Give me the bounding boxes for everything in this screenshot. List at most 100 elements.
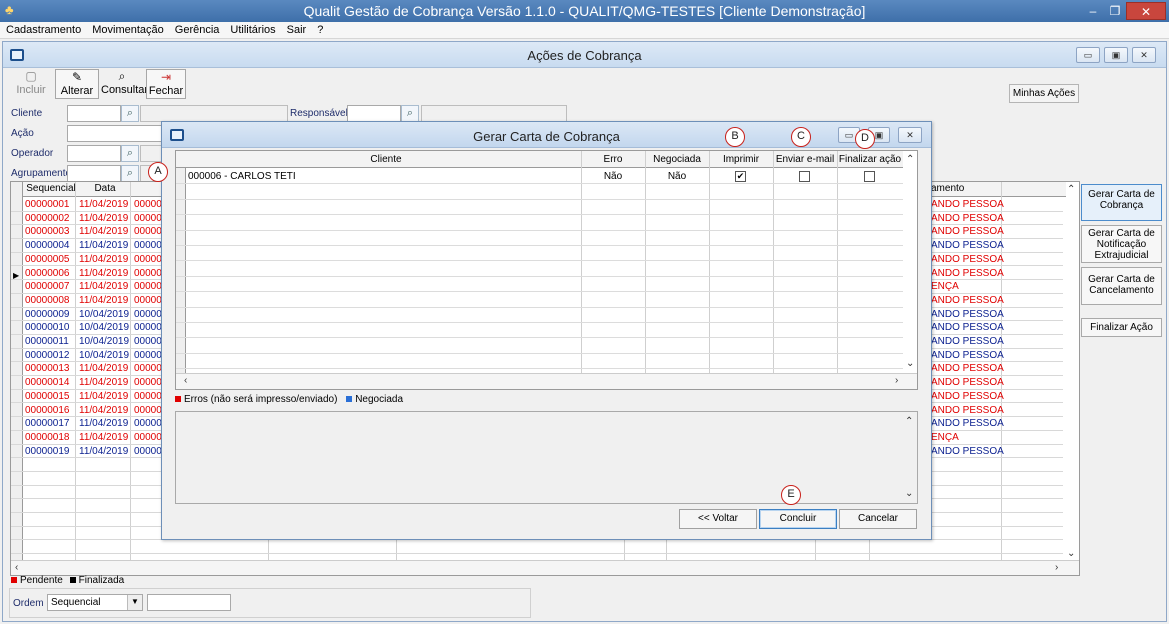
dialog-scroll-left-icon[interactable]: ‹ xyxy=(184,375,187,386)
col-data[interactable]: Data xyxy=(79,183,131,194)
dialog-row[interactable] xyxy=(176,246,903,262)
col-negociada[interactable]: Negociada xyxy=(645,154,709,165)
cliente-label: Cliente xyxy=(11,108,43,119)
dialog-row[interactable] xyxy=(176,200,903,216)
dialog-scroll-down-icon[interactable]: ⌄ xyxy=(906,358,914,369)
dialog-row[interactable] xyxy=(176,261,903,277)
dialog-scroll-up-icon[interactable]: ⌃ xyxy=(906,154,914,165)
scroll-left-icon[interactable]: ‹ xyxy=(15,562,18,573)
menu-help[interactable]: ? xyxy=(311,22,328,36)
dialog-row[interactable] xyxy=(176,184,903,200)
menu-cadastramento[interactable]: Cadastramento xyxy=(0,22,86,36)
enviar-email-checkbox[interactable] xyxy=(799,171,810,182)
finalizar-acao-button[interactable]: Finalizar Ação xyxy=(1081,318,1162,337)
col-finalizar-acao[interactable]: Finalizar ação xyxy=(837,154,903,165)
ordem-search-input[interactable] xyxy=(147,594,231,611)
gerar-carta-notificacao-button[interactable]: Gerar Carta de Notificação Extrajudicial xyxy=(1081,225,1162,263)
table-cell: 11/04/2019 xyxy=(79,363,129,375)
concluir-button[interactable]: Concluir xyxy=(759,509,837,529)
table-cell: ANDO PESSOA xyxy=(931,390,1004,402)
mdi-close-button[interactable]: ✕ xyxy=(1132,47,1156,63)
chevron-down-icon[interactable]: ▼ xyxy=(127,595,142,610)
dialog-close-button[interactable]: ✕ xyxy=(898,127,922,143)
notes-scroll-up-icon[interactable]: ⌃ xyxy=(905,416,913,427)
minhas-acoes-button[interactable]: Minhas Ações xyxy=(1009,84,1079,103)
table-row[interactable] xyxy=(11,541,1063,555)
cliente-input[interactable] xyxy=(67,105,121,122)
col-cliente[interactable]: Cliente xyxy=(186,154,586,165)
mdi-minimize-button[interactable]: ▭ xyxy=(1076,47,1100,63)
current-row-icon: ▶ xyxy=(13,271,20,280)
dialog-horizontal-scrollbar[interactable]: ‹ › xyxy=(176,373,917,389)
finalizar-acao-checkbox[interactable] xyxy=(864,171,875,182)
table-cell: 11/04/2019 xyxy=(79,253,129,265)
incluir-button[interactable]: ▢ Incluir xyxy=(11,69,51,99)
operador-lookup-icon[interactable]: ⌕ xyxy=(121,145,139,162)
consultar-button[interactable]: ⌕ Consultar xyxy=(101,69,148,99)
negociada-label: Negociada xyxy=(355,394,403,405)
dialog-row[interactable] xyxy=(176,354,903,370)
acoes-window-titlebar: Ações de Cobrança ▭ ▣ ✕ xyxy=(3,42,1166,68)
ordem-select[interactable]: Sequencial ▼ xyxy=(47,594,143,611)
dialog-grid[interactable]: Cliente Erro Negociada Imprimir Enviar e… xyxy=(175,150,918,390)
dialog-row[interactable] xyxy=(176,277,903,293)
gerar-carta-cobranca-line1: Gerar Carta de xyxy=(1088,189,1155,200)
scroll-down-icon[interactable]: ⌄ xyxy=(1067,548,1075,559)
acao-input[interactable] xyxy=(67,125,163,142)
col-andamento[interactable]: amento xyxy=(931,183,964,194)
menu-gerencia[interactable]: Gerência xyxy=(169,22,225,36)
dialog-row[interactable] xyxy=(176,338,903,354)
dialog-row[interactable] xyxy=(176,292,903,308)
agrupamento-lookup-icon[interactable]: ⌕ xyxy=(121,165,139,182)
gerar-carta-cancelamento-button[interactable]: Gerar Carta de Cancelamento xyxy=(1081,267,1162,305)
cliente-lookup-icon[interactable]: ⌕ xyxy=(121,105,139,122)
table-cell: ANDO PESSOA xyxy=(931,253,1004,265)
responsavel-lookup-icon[interactable]: ⌕ xyxy=(401,105,419,122)
marker-a: A xyxy=(148,162,168,182)
table-cell: ANDO PESSOA xyxy=(931,336,1004,347)
col-erro[interactable]: Erro xyxy=(581,154,645,165)
table-cell: 11/04/2019 xyxy=(79,240,129,252)
scroll-right-icon[interactable]: › xyxy=(1055,562,1058,573)
minimize-button[interactable]: – xyxy=(1082,2,1104,20)
table-cell: 11/04/2019 xyxy=(79,281,129,293)
operador-input[interactable] xyxy=(67,145,121,162)
dialog-row[interactable] xyxy=(176,323,903,339)
table-cell: ANDO PESSOA xyxy=(931,294,1004,306)
notes-scroll-down-icon[interactable]: ⌄ xyxy=(905,488,913,499)
table-cell: ANDO PESSOA xyxy=(931,199,1004,210)
dialog-row[interactable] xyxy=(176,215,903,231)
col-sequencial[interactable]: Sequencial xyxy=(25,183,77,194)
menu-movimentacao[interactable]: Movimentação xyxy=(86,22,169,36)
dialog-cell-cliente: 000006 - CARLOS TETI xyxy=(188,171,296,182)
gerar-carta-cobranca-button[interactable]: Gerar Carta de Cobrança xyxy=(1081,184,1162,221)
dialog-notes-area[interactable]: ⌃ ⌄ xyxy=(175,411,918,504)
table-cell: 11/04/2019 xyxy=(79,294,129,306)
new-document-icon: ▢ xyxy=(25,69,37,83)
voltar-button[interactable]: << Voltar xyxy=(679,509,757,529)
dialog-scroll-right-icon[interactable]: › xyxy=(895,375,898,386)
restore-button[interactable]: ❐ xyxy=(1104,2,1126,20)
mdi-restore-button[interactable]: ▣ xyxy=(1104,47,1128,63)
search-icon: ⌕ xyxy=(118,69,126,83)
menu-sair[interactable]: Sair xyxy=(281,22,312,36)
menu-utilitarios[interactable]: Utilitários xyxy=(224,22,280,36)
cancelar-button[interactable]: Cancelar xyxy=(839,509,917,529)
col-enviar-email[interactable]: Enviar e-mail xyxy=(773,154,837,165)
table-cell: ANDO PESSOA xyxy=(931,226,1004,238)
dialog-row[interactable] xyxy=(176,231,903,246)
alterar-button[interactable]: ✎ Alterar xyxy=(55,69,99,99)
fechar-button[interactable]: ⇥ Fechar xyxy=(146,69,186,99)
table-cell: 10/04/2019 xyxy=(79,349,130,361)
table-cell: 00000006 xyxy=(25,267,70,279)
horizontal-scrollbar[interactable]: ‹ › xyxy=(11,560,1079,575)
col-imprimir[interactable]: Imprimir xyxy=(709,154,773,165)
dialog-row[interactable]: 000006 - CARLOS TETI Não Não ✔ xyxy=(176,169,903,185)
agrupamento-input[interactable] xyxy=(67,165,121,182)
close-button[interactable]: ✕ xyxy=(1126,2,1166,20)
ordem-select-value: Sequencial xyxy=(51,597,101,608)
imprimir-checkbox[interactable]: ✔ xyxy=(735,171,746,182)
responsavel-input[interactable] xyxy=(347,105,401,122)
scroll-up-icon[interactable]: ⌃ xyxy=(1067,184,1075,195)
dialog-row[interactable] xyxy=(176,308,903,323)
